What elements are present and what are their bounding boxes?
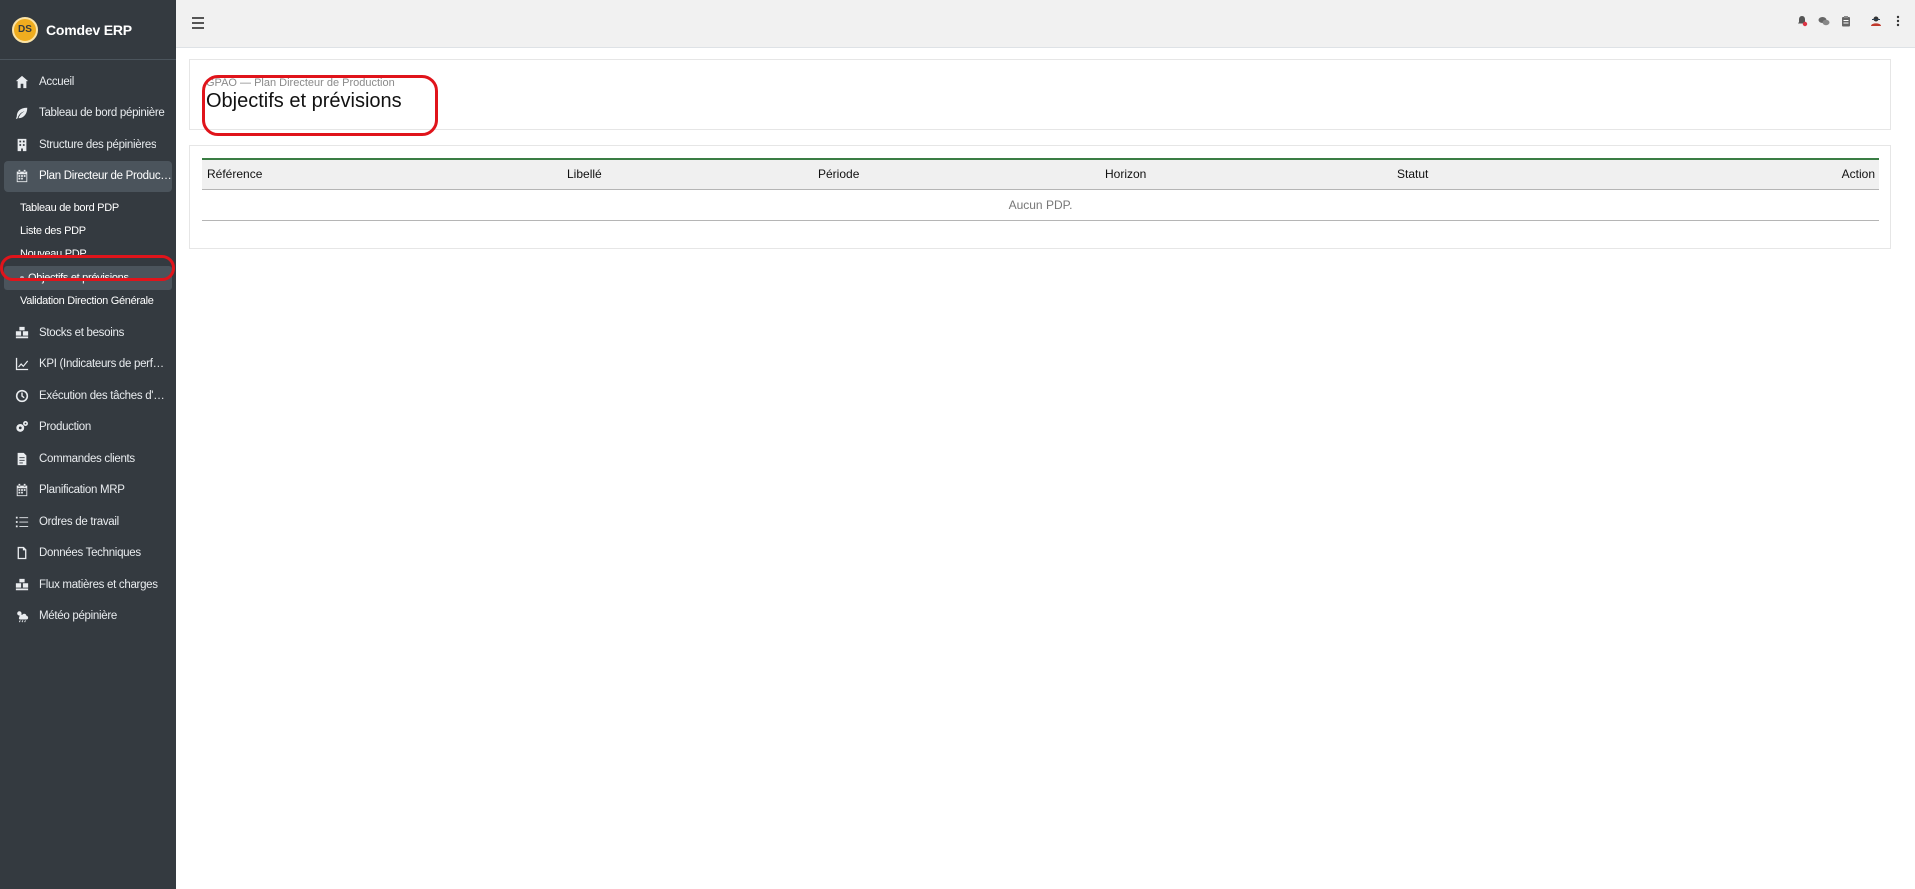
submenu-item-nouveau-pdp[interactable]: Nouveau PDP <box>0 243 176 266</box>
sidebar-item-execution[interactable]: Exécution des tâches d'… <box>0 380 176 412</box>
page-title: Objectifs et prévisions <box>206 90 402 112</box>
column-header-periode[interactable]: Période <box>813 159 1100 189</box>
sidebar-item-label: Ordres de travail <box>39 515 119 528</box>
column-header-statut[interactable]: Statut <box>1392 159 1692 189</box>
user-avatar-icon[interactable] <box>1869 14 1883 28</box>
tasks-icon <box>14 514 30 530</box>
breadcrumb: GPAO — Plan Directeur de Production <box>206 77 395 89</box>
sidebar-item-label: Météo pépinière <box>39 610 117 623</box>
sidebar-item-stocks[interactable]: Stocks et besoins <box>0 317 176 349</box>
sidebar-item-label: Données Techniques <box>39 547 141 560</box>
boxes-icon <box>14 325 30 341</box>
home-icon <box>14 74 30 90</box>
notification-icon[interactable] <box>1795 14 1809 28</box>
truck-loading-icon <box>14 577 30 593</box>
topbar <box>176 0 1915 48</box>
sidebar-item-commandes[interactable]: Commandes clients <box>0 443 176 475</box>
sidebar-item-flux[interactable]: Flux matières et charges <box>0 569 176 601</box>
calendar-icon <box>14 168 30 184</box>
submenu-item-objectifs[interactable]: Objectifs et prévisions <box>4 266 172 290</box>
table-body: Aucun PDP. <box>202 189 1879 221</box>
table-row: Aucun PDP. <box>202 189 1879 221</box>
sidebar-nav-rest: Stocks et besoins KPI (Indicateurs de pe… <box>0 317 176 632</box>
sidebar-item-tableau-pepiniere[interactable]: Tableau de bord pépinière <box>0 98 176 130</box>
sidebar-item-donnees[interactable]: Données Techniques <box>0 537 176 569</box>
table-header-row: Référence Libellé Période Horizon Statut… <box>202 159 1879 189</box>
column-header-action: Action <box>1841 167 1875 182</box>
file-icon <box>14 545 30 561</box>
sidebar-item-label: Stocks et besoins <box>39 326 125 339</box>
clock-icon <box>14 388 30 404</box>
brand-logo: DS <box>12 16 38 43</box>
pdp-table-card: Référence Libellé Période Horizon Statut… <box>189 145 1891 249</box>
sidebar-item-label: Plan Directeur de Production <box>39 170 172 183</box>
sidebar-item-label: Commandes clients <box>39 452 135 465</box>
empty-message: Aucun PDP. <box>202 189 1879 221</box>
clipboard-icon[interactable] <box>1839 14 1853 28</box>
app-root: DS Comdev ERP Accueil Tableau de bord pé… <box>0 0 1915 889</box>
brand[interactable]: DS Comdev ERP <box>0 0 176 60</box>
sidebar-item-mrp[interactable]: Planification MRP <box>0 474 176 506</box>
column-header-libelle[interactable]: Libellé <box>562 159 813 189</box>
column-header-reference[interactable]: Référence <box>202 159 562 189</box>
chart-line-icon <box>14 356 30 372</box>
sidebar-item-structure[interactable]: Structure des pépinières <box>0 129 176 161</box>
sidebar-nav: Accueil Tableau de bord pépinière Struct… <box>0 60 176 192</box>
sidebar-item-accueil[interactable]: Accueil <box>0 66 176 98</box>
cloud-sun-icon <box>14 608 30 624</box>
chat-icon[interactable] <box>1817 14 1831 28</box>
sidebar-submenu: Tableau de bord PDP Liste des PDP Nouvea… <box>0 192 176 317</box>
sidebar-item-label: Structure des pépinières <box>39 138 157 151</box>
more-vertical-icon[interactable] <box>1891 14 1905 28</box>
sidebar-item-production[interactable]: Production <box>0 411 176 443</box>
brand-name: Comdev ERP <box>46 21 132 38</box>
sidebar-item-kpi[interactable]: KPI (Indicateurs de perf… <box>0 348 176 380</box>
sidebar-item-label: Accueil <box>39 75 74 88</box>
sidebar-item-label: Planification MRP <box>39 484 125 497</box>
calendar-icon <box>14 482 30 498</box>
building-icon <box>14 137 30 153</box>
sidebar-item-meteo[interactable]: Météo pépinière <box>0 600 176 632</box>
submenu-item-tableau-pdp[interactable]: Tableau de bord PDP <box>0 196 176 219</box>
submenu-item-validation[interactable]: Validation Direction Générale <box>0 290 176 313</box>
sidebar-item-ordres[interactable]: Ordres de travail <box>0 506 176 538</box>
pdp-table: Référence Libellé Période Horizon Statut… <box>202 158 1879 221</box>
bullet-icon <box>20 275 24 280</box>
cogs-icon <box>14 419 30 435</box>
leaf-icon <box>14 105 30 121</box>
sidebar-item-plan-directeur[interactable]: Plan Directeur de Production <box>4 160 172 192</box>
sidebar-item-label: Flux matières et charges <box>39 578 158 591</box>
sidebar-item-label: KPI (Indicateurs de perf… <box>39 358 164 371</box>
main-content: GPAO — Plan Directeur de Production Obje… <box>176 48 1915 889</box>
sidebar-item-label: Exécution des tâches d'… <box>39 389 165 402</box>
submenu-item-liste-pdp[interactable]: Liste des PDP <box>0 219 176 242</box>
file-invoice-icon <box>14 451 30 467</box>
table-header: Référence Libellé Période Horizon Statut… <box>202 159 1879 189</box>
submenu-item-label: Objectifs et prévisions <box>28 271 129 284</box>
topbar-icons <box>1795 14 1905 28</box>
sidebar: DS Comdev ERP Accueil Tableau de bord pé… <box>0 0 176 889</box>
sidebar-item-label: Production <box>39 421 91 434</box>
hamburger-menu-icon[interactable] <box>192 14 208 34</box>
column-header-horizon[interactable]: Horizon <box>1100 159 1392 189</box>
page-header: GPAO — Plan Directeur de Production Obje… <box>189 59 1891 136</box>
sidebar-item-label: Tableau de bord pépinière <box>39 107 165 120</box>
